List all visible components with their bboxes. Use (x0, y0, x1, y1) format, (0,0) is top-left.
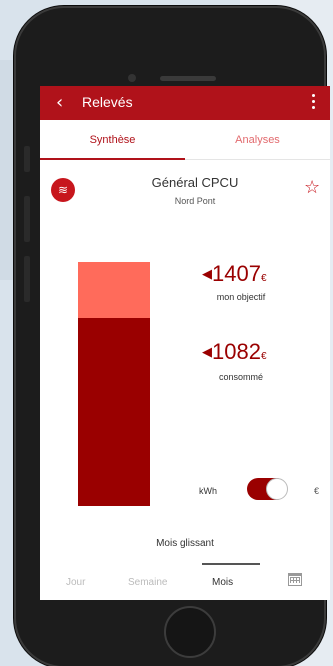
gauge-remaining-segment (78, 262, 150, 318)
nav-semaine[interactable]: Semaine (128, 577, 167, 588)
objective-label: mon objectif (216, 292, 266, 302)
back-label[interactable]: Relevés (82, 94, 133, 110)
toggle-knob[interactable] (266, 478, 288, 500)
unit-toggle[interactable] (247, 478, 288, 500)
calendar-icon[interactable] (288, 573, 302, 586)
unit-euro-label: € (314, 486, 320, 496)
phone-side-button (24, 196, 30, 242)
phone-camera (128, 74, 136, 82)
period-label: Mois glissant (156, 538, 214, 549)
objective-currency: € (260, 273, 267, 284)
consumed-label: consommé (218, 372, 263, 382)
site-subtitle: Nord Pont (174, 196, 216, 206)
star-outline-icon[interactable]: ☆ (304, 178, 324, 198)
triangle-left-icon: ◀ (202, 267, 212, 282)
consumed-currency: € (260, 351, 267, 362)
bottom-nav: Jour Semaine Mois (40, 561, 330, 600)
site-name: Général CPCU (151, 175, 239, 190)
tab-indicator (40, 158, 185, 160)
tab-analyses[interactable]: Analyses (185, 120, 330, 160)
objective-amount: 1407 (212, 261, 261, 286)
app-screen: ‹ Relevés Synthèse Analyses ≋ Général CP… (40, 86, 330, 600)
triangle-left-icon: ◀ (202, 345, 212, 360)
unit-kwh-label: kWh (199, 486, 217, 496)
phone-side-button (24, 256, 30, 302)
phone-speaker (160, 76, 216, 81)
chevron-left-icon[interactable]: ‹ (56, 92, 63, 114)
objective-value: ◀1407€ (202, 262, 312, 291)
tab-bar: Synthèse Analyses (40, 120, 330, 160)
heating-icon: ≋ (51, 178, 75, 202)
bottom-nav-indicator (202, 563, 260, 565)
phone-side-button (24, 146, 30, 172)
app-bar: ‹ Relevés (40, 86, 330, 120)
consumption-gauge (78, 262, 150, 506)
nav-jour[interactable]: Jour (66, 577, 85, 588)
consumed-value: ◀1082€ (202, 340, 312, 369)
consumed-amount: 1082 (212, 339, 261, 364)
nav-mois[interactable]: Mois (212, 577, 233, 588)
more-vertical-icon[interactable] (308, 94, 318, 112)
tab-synthese[interactable]: Synthèse (40, 120, 185, 160)
phone-home-button[interactable] (164, 606, 216, 658)
